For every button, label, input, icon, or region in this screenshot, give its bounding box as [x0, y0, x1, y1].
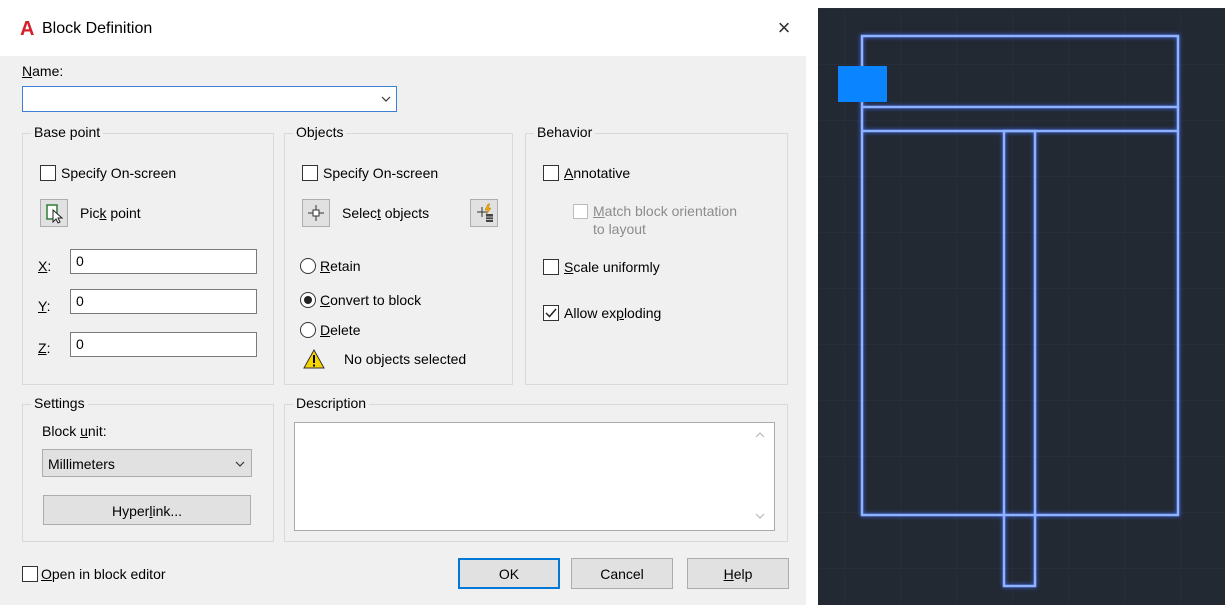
base-point-specify-onscreen-checkbox[interactable]: [40, 165, 56, 181]
annotative-checkbox[interactable]: [543, 165, 559, 181]
block-unit-value: Millimeters: [48, 456, 115, 472]
pick-point-label: Pick point: [80, 205, 141, 221]
checkmark-icon: [545, 308, 557, 318]
objects-specify-onscreen-checkbox[interactable]: [302, 165, 318, 181]
chevron-down-icon: [235, 461, 245, 467]
pick-point-icon: [46, 204, 64, 224]
delete-label: Delete: [320, 322, 361, 338]
scale-uniformly-checkbox[interactable]: [543, 259, 559, 275]
pick-point-button[interactable]: [40, 199, 68, 227]
help-button[interactable]: Help: [687, 558, 789, 589]
block-definition-dialog: A Block Definition × Name: Base point Sp…: [0, 0, 806, 605]
window-title: Block Definition: [42, 20, 153, 37]
settings-legend: Settings: [31, 395, 88, 411]
cad-drawing: [818, 8, 1225, 605]
scroll-up-icon[interactable]: [755, 431, 765, 438]
x-label: X:: [38, 258, 52, 274]
match-orientation-label-line2: to layout: [593, 221, 646, 237]
retain-radio[interactable]: [300, 258, 316, 274]
ok-button[interactable]: OK: [458, 558, 560, 589]
drawing-canvas[interactable]: [818, 8, 1225, 605]
name-combobox[interactable]: [22, 86, 397, 112]
select-objects-label: Select objects: [342, 205, 430, 221]
cancel-button[interactable]: Cancel: [571, 558, 673, 589]
retain-label: Retain: [320, 258, 361, 274]
behavior-legend: Behavior: [534, 124, 596, 140]
allow-exploding-label: Allow exploding: [564, 305, 662, 321]
quick-select-button[interactable]: [470, 199, 498, 227]
select-objects-icon: [308, 205, 324, 221]
scale-uniformly-label: Scale uniformly: [564, 259, 660, 275]
objects-status: No objects selected: [344, 351, 467, 367]
block-unit-label: Block unit:: [42, 423, 107, 439]
open-in-block-editor-checkbox[interactable]: [22, 566, 38, 582]
name-label: Name:: [22, 63, 64, 79]
z-input[interactable]: 0: [70, 332, 257, 357]
scroll-down-icon[interactable]: [755, 513, 765, 520]
select-objects-button[interactable]: [302, 199, 330, 227]
convert-to-block-radio[interactable]: [300, 292, 316, 308]
title-bar: A Block Definition ×: [0, 0, 806, 56]
match-orientation-checkbox[interactable]: [573, 204, 588, 219]
hyperlink-button[interactable]: Hyperlink...: [43, 495, 251, 525]
base-point-specify-onscreen-label: Specify On-screen: [61, 165, 177, 181]
x-input[interactable]: 0: [70, 249, 257, 274]
match-orientation-label-line1: Match block orientation: [593, 203, 737, 219]
close-icon[interactable]: ×: [770, 14, 798, 42]
objects-legend: Objects: [293, 124, 347, 140]
delete-radio[interactable]: [300, 322, 316, 338]
allow-exploding-checkbox[interactable]: [543, 305, 559, 321]
grip-square[interactable]: [838, 66, 887, 102]
annotative-label: Annotative: [564, 165, 631, 181]
base-point-legend: Base point: [31, 124, 104, 140]
description-textarea[interactable]: [294, 422, 775, 531]
chevron-down-icon: [381, 96, 391, 102]
warning-icon: [303, 349, 325, 369]
quick-select-icon: [477, 203, 493, 222]
open-in-block-editor-label: Open in block editor: [41, 566, 166, 582]
objects-specify-onscreen-label: Specify On-screen: [323, 165, 439, 181]
autocad-logo-icon: A: [20, 18, 35, 40]
y-label: Y:: [38, 298, 51, 314]
z-label: Z:: [38, 340, 51, 356]
y-input[interactable]: 0: [70, 289, 257, 314]
description-legend: Description: [293, 395, 370, 411]
block-unit-select[interactable]: Millimeters: [42, 449, 252, 477]
convert-to-block-label: Convert to block: [320, 292, 422, 308]
